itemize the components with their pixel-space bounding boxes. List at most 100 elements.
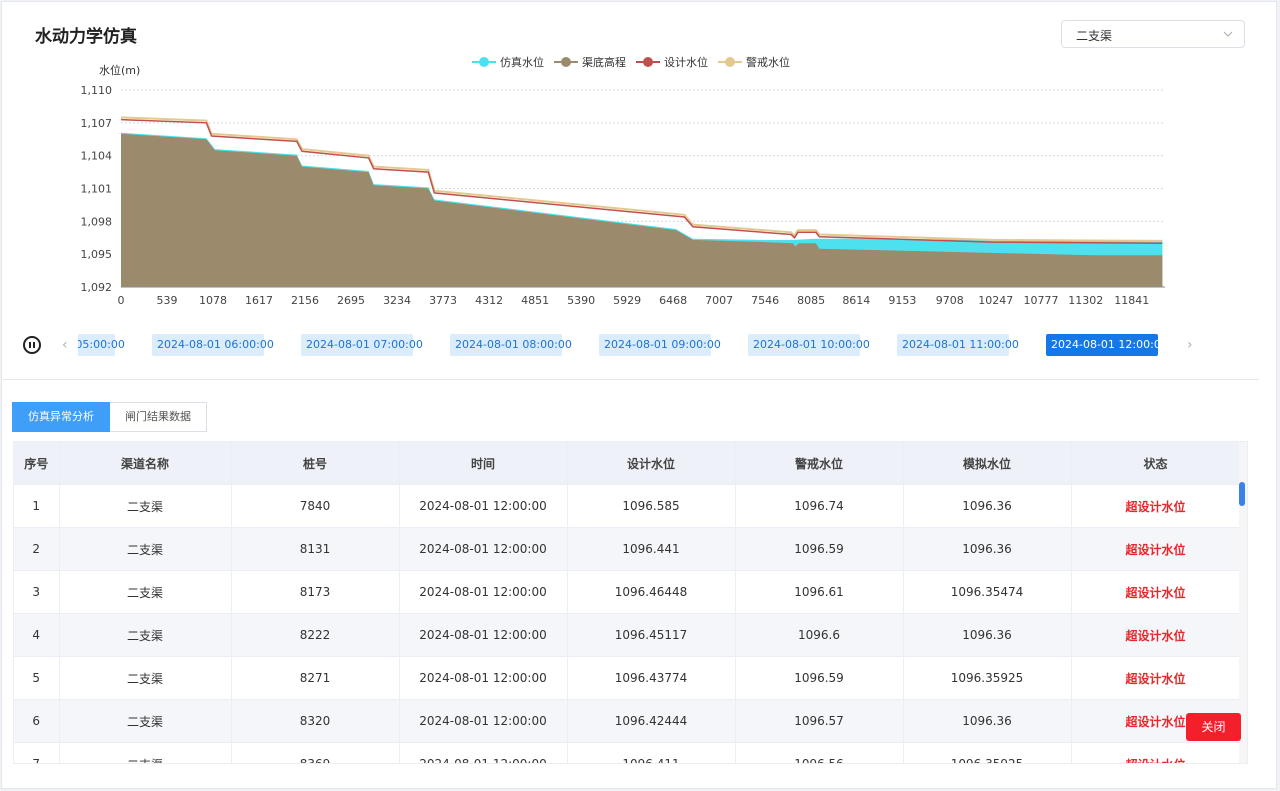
table-row[interactable]: 4 二支渠 8222 2024-08-01 12:00:00 1096.45117 109… <box>14 613 1241 657</box>
timeline-prev-icon[interactable]: ‹ <box>62 337 68 353</box>
tab-anomaly-analysis[interactable]: 仿真异常分析 <box>12 402 110 432</box>
table-cell: 8222 <box>231 613 400 657</box>
column-header: 警戒水位 <box>735 442 904 485</box>
table-cell: 1 <box>14 484 60 528</box>
table-cell: 1096.36 <box>903 527 1072 571</box>
timeline-item[interactable]: 2024-08-01 12:00:00 <box>1046 334 1162 356</box>
water-level-chart: 水位(m) 1,110 1,107 1,104 1,101 1,098 1,095 1,092… <box>81 63 1165 307</box>
chevron-down-icon <box>1223 31 1233 37</box>
section-divider <box>3 379 1259 380</box>
timeline-item[interactable]: 2024-08-01 10:00:00 <box>748 334 870 356</box>
table-cell: 2024-08-01 12:00:00 <box>399 742 568 763</box>
table-cell: 2024-08-01 12:00:00 <box>399 570 568 614</box>
page-title: 水动力学仿真 <box>35 27 137 47</box>
table-cell: 1096.36 <box>903 484 1072 528</box>
status-cell: 超设计水位 <box>1071 742 1241 763</box>
table-cell: 6 <box>14 699 60 743</box>
table-cell: 4 <box>14 613 60 657</box>
table-cell: 8369 <box>231 742 400 763</box>
x-tick-label: 7007 <box>705 294 733 307</box>
table-row[interactable]: 2 二支渠 8131 2024-08-01 12:00:00 1096.441 1096.… <box>14 527 1241 571</box>
timeline: 2024-08-01 05:00:00 2024-08-01 06:00:00 20… <box>78 334 1162 358</box>
column-header: 时间 <box>399 442 568 485</box>
column-header: 桩号 <box>231 442 400 485</box>
table-body: 1 二支渠 7840 2024-08-01 12:00:00 1096.585 1096.… <box>14 484 1241 763</box>
timeline-item[interactable]: 2024-08-01 06:00:00 <box>152 334 274 356</box>
table-cell: 二支渠 <box>59 484 232 528</box>
table-cell: 8131 <box>231 527 400 571</box>
status-cell: 超设计水位 <box>1071 527 1241 571</box>
result-tabs: 仿真异常分析 闸门结果数据 <box>12 402 207 432</box>
table-cell: 二支渠 <box>59 699 232 743</box>
table-cell: 二支渠 <box>59 527 232 571</box>
table-cell: 1096.585 <box>567 484 736 528</box>
table-cell: 7840 <box>231 484 400 528</box>
y-tick-label: 1,110 <box>81 84 113 97</box>
channel-select[interactable]: 二支渠 <box>1061 20 1245 48</box>
table-cell: 1096.74 <box>735 484 904 528</box>
x-tick-label: 1078 <box>199 294 227 307</box>
status-cell: 超设计水位 <box>1071 656 1241 700</box>
x-tick-label: 11841 <box>1114 294 1149 307</box>
scrollbar-thumb[interactable] <box>1239 482 1245 506</box>
table-cell: 2024-08-01 12:00:00 <box>399 484 568 528</box>
table-cell: 二支渠 <box>59 656 232 700</box>
table-row[interactable]: 6 二支渠 8320 2024-08-01 12:00:00 1096.42444 109… <box>14 699 1241 743</box>
table-cell: 2 <box>14 527 60 571</box>
table-cell: 1096.35474 <box>903 570 1072 614</box>
x-tick-label: 4851 <box>521 294 549 307</box>
table-cell: 2024-08-01 12:00:00 <box>399 527 568 571</box>
table-cell: 8271 <box>231 656 400 700</box>
y-axis-label: 水位(m) <box>99 63 140 77</box>
x-tick-label: 3234 <box>383 294 411 307</box>
table-cell: 1096.35925 <box>903 742 1072 763</box>
x-tick-label: 4312 <box>475 294 503 307</box>
pause-icon[interactable] <box>23 336 41 354</box>
x-tick-label: 5390 <box>567 294 595 307</box>
table-cell: 3 <box>14 570 60 614</box>
status-cell: 超设计水位 <box>1071 484 1241 528</box>
x-tick-label: 9153 <box>888 294 916 307</box>
x-tick-label: 2156 <box>291 294 319 307</box>
timeline-item[interactable]: 2024-08-01 11:00:00 <box>897 334 1019 356</box>
table-cell: 8173 <box>231 570 400 614</box>
table-cell: 5 <box>14 656 60 700</box>
table-row[interactable]: 7二支渠83692024-08-01 12:00:001096.4111096.… <box>14 742 1241 763</box>
x-tick-label: 6468 <box>659 294 687 307</box>
timeline-item[interactable]: 2024-08-01 07:00:00 <box>301 334 423 356</box>
close-button[interactable]: 关闭 <box>1186 713 1241 741</box>
simulation-panel: 水动力学仿真 二支渠 仿真水位 渠底高程 设计水位 警戒水位 水位(m) 1,11… <box>1 1 1277 789</box>
x-tick-label: 10777 <box>1023 294 1058 307</box>
table-cell: 二支渠 <box>59 742 232 763</box>
column-header: 渠道名称 <box>59 442 232 485</box>
tab-gate-results[interactable]: 闸门结果数据 <box>110 402 207 432</box>
x-tick-label: 0 <box>118 294 125 307</box>
table-row[interactable]: 5 二支渠 8271 2024-08-01 12:00:00 1096.43774 109… <box>14 656 1241 700</box>
status-cell: 超设计水位 <box>1071 570 1241 614</box>
table-cell: 1096.42444 <box>567 699 736 743</box>
x-tick-label: 1617 <box>245 294 273 307</box>
column-header: 模拟水位 <box>903 442 1072 485</box>
table-cell: 2024-08-01 12:00:00 <box>399 613 568 657</box>
table-cell: 1096.57 <box>735 699 904 743</box>
x-tick-label: 10247 <box>978 294 1013 307</box>
y-tick-label: 1,092 <box>81 281 113 294</box>
table-row[interactable]: 3 二支渠 8173 2024-08-01 12:00:00 1096.46448 109… <box>14 570 1241 614</box>
timeline-item[interactable]: 2024-08-01 09:00:00 <box>599 334 721 356</box>
timeline-item[interactable]: 2024-08-01 08:00:00 <box>450 334 572 356</box>
table-cell: 二支渠 <box>59 613 232 657</box>
table-cell: 1096.45117 <box>567 613 736 657</box>
table-cell: 2024-08-01 12:00:00 <box>399 699 568 743</box>
x-tick-label: 539 <box>157 294 178 307</box>
timeline-item[interactable]: 2024-08-01 05:00:00 <box>78 334 125 356</box>
column-header: 状态 <box>1071 442 1241 485</box>
table-header: 序号 渠道名称 桩号 时间 设计水位 警戒水位 模拟水位 状态 <box>14 442 1241 485</box>
x-tick-label: 7546 <box>751 294 779 307</box>
table-row[interactable]: 1 二支渠 7840 2024-08-01 12:00:00 1096.585 1096.… <box>14 484 1241 528</box>
timeline-next-icon[interactable]: › <box>1187 337 1193 353</box>
table-cell: 2024-08-01 12:00:00 <box>399 656 568 700</box>
y-tick-label: 1,095 <box>81 248 113 261</box>
table-cell: 二支渠 <box>59 570 232 614</box>
table-cell: 1096.6 <box>735 613 904 657</box>
x-tick-label: 5929 <box>613 294 641 307</box>
